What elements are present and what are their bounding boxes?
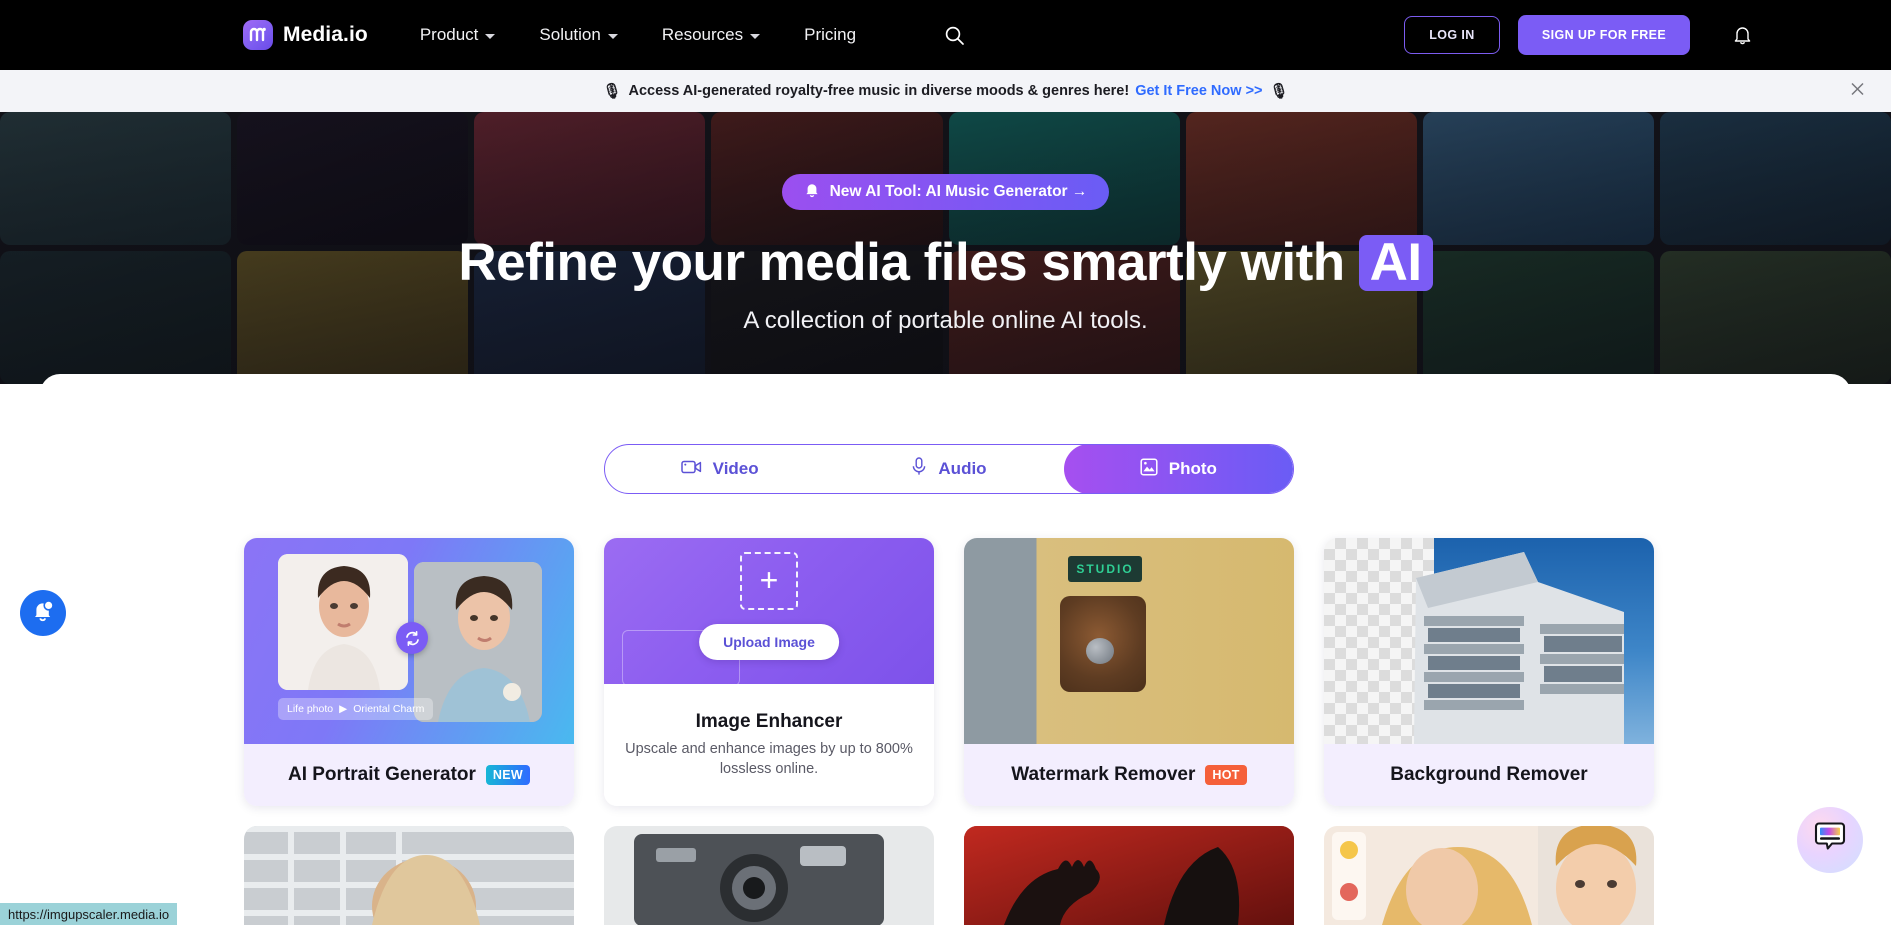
play-arrow-icon: ▶ xyxy=(339,703,348,715)
tool-card-grid: Life photo ▶ Oriental Charm AI Portrait … xyxy=(244,538,1656,806)
card-title: AI Portrait Generator xyxy=(287,764,476,785)
nav-item-solution-label: Solution xyxy=(539,25,601,44)
login-button[interactable]: LOG IN xyxy=(1404,16,1500,54)
style-transfer-tag: Life photo ▶ Oriental Charm xyxy=(278,698,434,720)
card-footer: AI Portrait Generator NEW xyxy=(244,744,574,806)
bell-icon xyxy=(804,181,820,203)
nav-item-pricing-label: Pricing xyxy=(804,25,857,44)
nav-item-product-label: Product xyxy=(419,25,479,44)
card-footer: Watermark Remover HOT xyxy=(964,744,1294,806)
nav-item-product[interactable]: Product xyxy=(420,25,496,45)
nav-item-solution[interactable]: Solution xyxy=(539,25,618,45)
hero-title-text: Refine your media files smartly with xyxy=(458,233,1345,292)
tool-card-background-remover[interactable]: Background Remover xyxy=(1324,538,1654,806)
card-title: Background Remover xyxy=(1390,764,1588,785)
refresh-swap-icon xyxy=(396,622,428,654)
nav-actions: LOG IN SIGN UP FOR FREE xyxy=(1404,15,1753,55)
card-media xyxy=(1324,538,1654,744)
announcement-banner: 🎙 Access AI-generated royalty-free music… xyxy=(0,70,1891,112)
photo-image-icon xyxy=(1140,457,1158,481)
tool-card-ai-portrait-generator[interactable]: Life photo ▶ Oriental Charm AI Portrait … xyxy=(244,538,574,806)
status-badge: NEW xyxy=(485,765,530,785)
tab-video[interactable]: Video xyxy=(605,445,834,493)
brand-logo[interactable]: Media.io xyxy=(243,20,368,50)
card-title: Image Enhancer xyxy=(695,710,843,732)
hero-title-ai-chip: AI xyxy=(1358,233,1433,292)
card-description: Upscale and enhance images by up to 800%… xyxy=(625,740,913,777)
video-camera-icon xyxy=(680,459,702,480)
tool-card-row2-1[interactable] xyxy=(244,826,574,925)
studio-plate-text: STUDIO xyxy=(1068,556,1142,582)
bell-notification-widget[interactable] xyxy=(20,590,66,636)
nav-menu: Product Solution Resources Pricing xyxy=(420,25,965,46)
chat-support-widget[interactable] xyxy=(1797,807,1863,873)
nav-item-pricing[interactable]: Pricing xyxy=(804,25,856,45)
media-type-tabs: Video Audio Photo xyxy=(604,444,1294,494)
style-tag-target: Oriental Charm xyxy=(353,703,425,715)
bell-notification-icon xyxy=(31,599,55,628)
bell-icon[interactable] xyxy=(1732,24,1753,46)
nav-item-resources-label: Resources xyxy=(661,25,744,44)
card-footer: Image Enhancer Upscale and enhance image… xyxy=(604,684,934,806)
chevron-down-icon xyxy=(607,34,618,39)
announcement-text: Access AI-generated royalty-free music i… xyxy=(628,83,1130,99)
microphone-icon xyxy=(911,457,927,481)
style-tag-source: Life photo xyxy=(287,703,334,715)
tool-card-row2-3[interactable] xyxy=(964,826,1294,925)
microphone-emoji-icon: 🎙 xyxy=(1269,83,1289,100)
before-photo-thumb xyxy=(278,554,408,690)
card-title: Watermark Remover xyxy=(1011,764,1196,785)
plus-icon: + xyxy=(759,561,779,598)
hero-subtitle: A collection of portable online AI tools… xyxy=(743,307,1148,334)
chevron-down-icon xyxy=(750,34,761,39)
hero-section: New AI Tool: AI Music Generator → Refine… xyxy=(0,112,1891,384)
card-media: + Upload Image xyxy=(604,538,934,684)
signup-button[interactable]: SIGN UP FOR FREE xyxy=(1518,15,1690,55)
card-media: Life photo ▶ Oriental Charm xyxy=(244,538,574,744)
tool-card-grid-row2 xyxy=(244,826,1656,925)
hero-content: New AI Tool: AI Music Generator → Refine… xyxy=(0,112,1891,384)
upload-dropzone[interactable]: + xyxy=(740,552,798,610)
status-badge: HOT xyxy=(1205,765,1247,785)
tool-card-row2-2[interactable] xyxy=(604,826,934,925)
new-ai-tool-pill[interactable]: New AI Tool: AI Music Generator → xyxy=(781,174,1110,210)
after-photo-thumb xyxy=(414,562,542,722)
brand-name: Media.io xyxy=(283,23,368,46)
upload-image-button[interactable]: Upload Image xyxy=(699,624,839,660)
new-ai-tool-label: New AI Tool: AI Music Generator → xyxy=(829,183,1088,200)
close-icon[interactable] xyxy=(1850,82,1865,101)
tab-photo-label: Photo xyxy=(1168,459,1217,478)
nav-item-resources[interactable]: Resources xyxy=(661,25,761,45)
tool-card-image-enhancer[interactable]: + Upload Image Image Enhancer Upscale an… xyxy=(604,538,934,806)
card-background xyxy=(1324,538,1654,744)
microphone-emoji-icon: 🎙 xyxy=(602,83,622,100)
tab-audio-label: Audio xyxy=(938,459,987,478)
tab-video-label: Video xyxy=(712,459,759,478)
chat-bubble-icon xyxy=(1813,821,1847,859)
card-media: STUDIO xyxy=(964,538,1294,744)
tab-photo[interactable]: Photo xyxy=(1063,445,1293,493)
card-footer: Background Remover xyxy=(1324,744,1654,806)
top-navigation-bar: Media.io Product Solution Resources Pric… xyxy=(0,0,1891,70)
chevron-down-icon xyxy=(485,34,496,39)
doorbell-knob-graphic xyxy=(1086,638,1114,664)
tool-card-row2-4[interactable] xyxy=(1324,826,1654,925)
tool-card-watermark-remover[interactable]: STUDIO Watermark Remover HOT xyxy=(964,538,1294,806)
search-icon[interactable] xyxy=(944,25,965,46)
tab-audio[interactable]: Audio xyxy=(834,445,1063,493)
media-logo-icon xyxy=(243,20,273,50)
announcement-link[interactable]: Get It Free Now >> xyxy=(1135,83,1262,99)
hero-title: Refine your media files smartly with AI xyxy=(458,232,1433,293)
status-bar-url: https://imgupscaler.media.io xyxy=(0,903,178,925)
